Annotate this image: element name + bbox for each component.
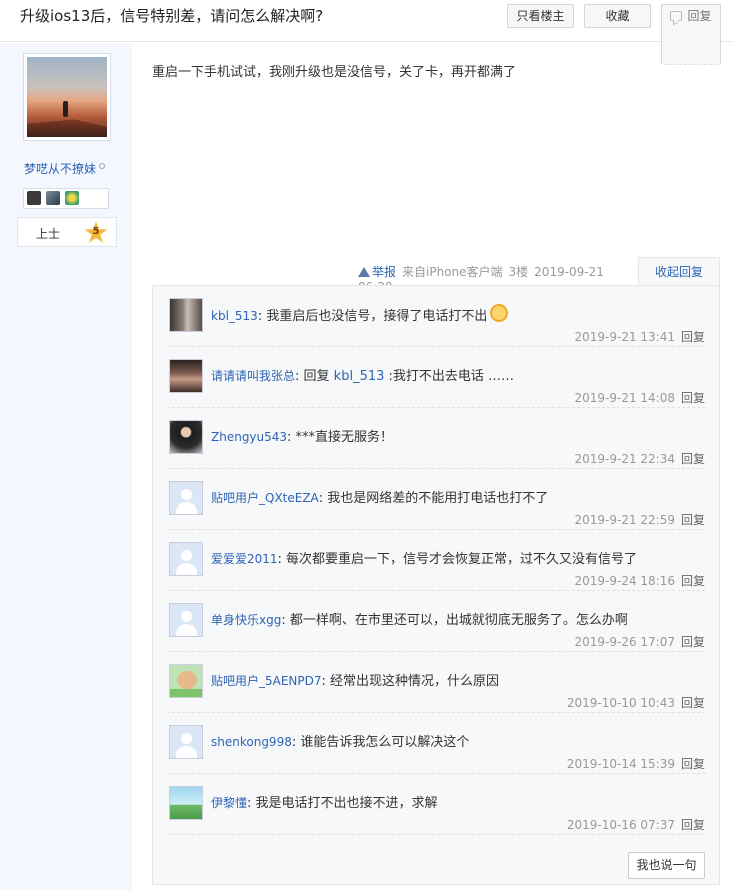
reply-time: 2019-9-26 17:07 <box>574 635 675 649</box>
reply-item: 单身快乐xgg: 都一样啊、在市里还可以，出城就彻底无服务了。怎么办啊 2019… <box>167 591 705 652</box>
favorite-button[interactable]: 收藏 <box>584 4 651 28</box>
reply-button[interactable]: 回复 <box>661 4 721 65</box>
reply-item: 伊黎懂: 我是电话打不出也接不进，求解 2019-10-16 07:37 回复 <box>167 774 705 835</box>
reply-avatar[interactable] <box>169 481 203 515</box>
post-content: 重启一下手机试试，我刚升级也是没信号，关了卡，再开都满了 <box>152 65 517 80</box>
reply-item: kbl_513: 我重启后也没信号，接得了电话打不出 2019-9-21 13:… <box>167 286 705 347</box>
reply-nick[interactable]: 爱爱爱2011 <box>211 552 278 566</box>
reply-action[interactable]: 回复 <box>681 513 705 527</box>
reply-action[interactable]: 回复 <box>681 757 705 771</box>
reply-action[interactable]: 回复 <box>681 330 705 344</box>
report-link[interactable]: 举报 <box>372 265 396 279</box>
reply-nick[interactable]: Zhengyu543 <box>211 430 287 444</box>
client-source[interactable]: 来自iPhone客户端 <box>402 265 503 279</box>
author-rank[interactable]: 上士 5 <box>17 217 117 247</box>
reply-avatar[interactable] <box>169 542 203 576</box>
reply-text-prefix: : 回复 <box>295 369 334 384</box>
reply-action[interactable]: 回复 <box>681 452 705 466</box>
reply-item: Zhengyu543: ***直接无服务！ 2019-9-21 22:34 回复 <box>167 408 705 469</box>
reply-text: :我打不出去电话 …… <box>384 369 515 384</box>
reply-text: : 经常出现这种情况，什么原因 <box>321 674 500 689</box>
reply-time: 2019-9-21 22:34 <box>574 452 675 466</box>
reply-text: : ***直接无服务！ <box>287 430 394 445</box>
reply-text: : 我是电话打不出也接不进，求解 <box>247 796 438 811</box>
reply-nick[interactable]: 贴吧用户_5AENPD7 <box>211 674 322 688</box>
reply-avatar[interactable] <box>169 603 203 637</box>
reply-action[interactable]: 回复 <box>681 635 705 649</box>
reply-nick[interactable]: 请请请叫我张总 <box>211 369 295 383</box>
reply-time: 2019-9-24 18:16 <box>574 574 675 588</box>
level-number: 5 <box>92 226 100 237</box>
reply-avatar[interactable] <box>169 664 203 698</box>
badge-icon-3[interactable] <box>65 191 79 205</box>
only-owner-button[interactable]: 只看楼主 <box>507 4 574 28</box>
reply-time: 2019-9-21 13:41 <box>574 330 675 344</box>
comment-icon <box>670 11 683 21</box>
author-avatar[interactable] <box>23 53 111 141</box>
reply-nick[interactable]: 伊黎懂 <box>211 796 247 810</box>
reply-text: : 每次都要重启一下，信号才会恢复正常，过不久又没有信号了 <box>277 552 638 567</box>
reply-nick[interactable]: 单身快乐xgg <box>211 613 281 627</box>
reply-item: 贴吧用户_5AENPD7: 经常出现这种情况，什么原因 2019-10-10 1… <box>167 652 705 713</box>
reply-action[interactable]: 回复 <box>681 391 705 405</box>
reply-avatar[interactable] <box>169 298 203 332</box>
reply-text: : 我重启后也没信号，接得了电话打不出 <box>257 309 488 324</box>
reply-nick[interactable]: kbl_513 <box>211 309 258 323</box>
reply-text: : 谁能告诉我怎么可以解决这个 <box>291 735 470 750</box>
reply-avatar[interactable] <box>169 725 203 759</box>
reply-avatar[interactable] <box>169 420 203 454</box>
reply-nick[interactable]: shenkong998 <box>211 735 292 749</box>
emoji-icon <box>490 304 509 322</box>
reply-time: 2019-10-16 07:37 <box>566 818 675 832</box>
reply-text: : 都一样啊、在市里还可以，出城就彻底无服务了。怎么办啊 <box>281 613 628 628</box>
reply-item: 贴吧用户_QXteEZA: 我也是网络差的不能用打电话也打不了 2019-9-2… <box>167 469 705 530</box>
author-panel: 梦呓从不撩妹 上士 5 <box>0 43 132 890</box>
reply-button-label: 回复 <box>687 9 712 23</box>
reply-time: 2019-9-21 22:59 <box>574 513 675 527</box>
badge-icon-1[interactable] <box>27 191 41 205</box>
floor-number: 3楼 <box>508 265 529 279</box>
reply-action[interactable]: 回复 <box>681 696 705 710</box>
thread-title: 升级ios13后，信号特别差，请问怎么解决啊? <box>20 7 324 25</box>
reply-action[interactable]: 回复 <box>681 818 705 832</box>
add-comment-button[interactable]: 我也说一句 <box>628 852 705 879</box>
author-badges <box>23 188 109 209</box>
gender-icon <box>99 163 106 169</box>
author-name-text[interactable]: 梦呓从不撩妹 <box>24 162 96 176</box>
reply-nick[interactable]: 贴吧用户_QXteEZA <box>211 491 319 505</box>
reply-item: 请请请叫我张总: 回复 kbl_513 :我打不出去电话 …… 2019-9-2… <box>167 347 705 408</box>
reply-item: shenkong998: 谁能告诉我怎么可以解决这个 2019-10-14 15… <box>167 713 705 774</box>
reply-avatar[interactable] <box>169 359 203 393</box>
reply-action[interactable]: 回复 <box>681 574 705 588</box>
author-name[interactable]: 梦呓从不撩妹 <box>24 160 106 177</box>
collapse-replies-button[interactable]: 收起回复 <box>638 257 720 286</box>
reply-text: : 我也是网络差的不能用打电话也打不了 <box>318 491 549 506</box>
thread-header: 升级ios13后，信号特别差，请问怎么解决啊? 只看楼主 收藏 回复 <box>0 0 732 65</box>
reply-avatar[interactable] <box>169 786 203 820</box>
badge-icon-2[interactable] <box>46 191 60 205</box>
rank-title: 上士 <box>36 227 61 241</box>
reply-time: 2019-9-21 14:08 <box>574 391 675 405</box>
reply-time: 2019-10-10 10:43 <box>566 696 675 710</box>
reply-item: 爱爱爱2011: 每次都要重启一下，信号才会恢复正常，过不久又没有信号了 201… <box>167 530 705 591</box>
reply-list: kbl_513: 我重启后也没信号，接得了电话打不出 2019-9-21 13:… <box>152 285 720 885</box>
reply-to-user[interactable]: kbl_513 <box>334 369 385 384</box>
report-icon <box>358 267 370 277</box>
reply-time: 2019-10-14 15:39 <box>566 757 675 771</box>
